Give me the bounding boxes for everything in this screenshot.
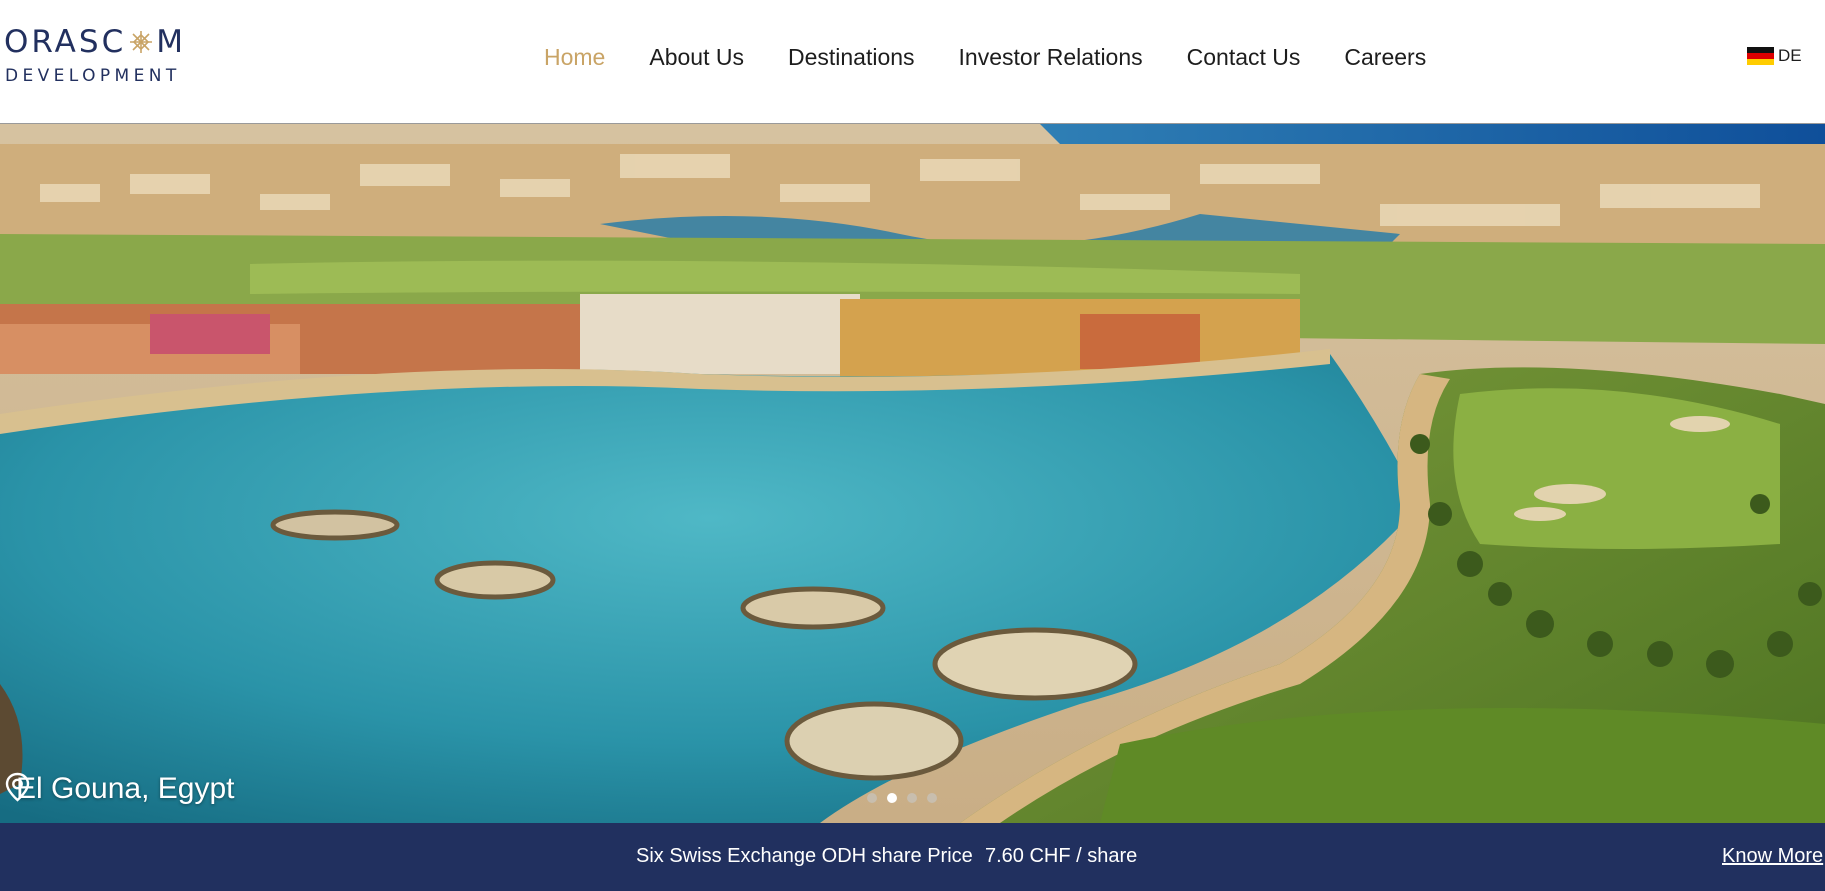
germany-flag-icon (1747, 47, 1774, 65)
slider-dot-1[interactable] (867, 793, 877, 803)
nav-contact-us[interactable]: Contact Us (1187, 44, 1301, 71)
logo-star-icon (130, 31, 153, 53)
slider-dots (867, 793, 947, 803)
orascom-logo[interactable]: ORASC M DEVELOPMENT (4, 24, 194, 86)
logo-wordmark: ORASC M (4, 24, 186, 60)
nav-destinations[interactable]: Destinations (788, 44, 915, 71)
nav-home[interactable]: Home (544, 44, 605, 71)
slider-dot-4[interactable] (927, 793, 937, 803)
hero-location: El Gouna, Egypt (4, 772, 234, 806)
logo-text-right: M (156, 24, 186, 60)
nav-careers[interactable]: Careers (1344, 44, 1426, 71)
main-nav: Home About Us Destinations Investor Rela… (544, 40, 1470, 74)
slider-dot-2[interactable] (887, 793, 897, 803)
language-switcher[interactable]: DE (1747, 46, 1802, 66)
hero-location-label: El Gouna, Egypt (16, 772, 235, 805)
site-header: ORASC M DEVELOPMENT Home About Us Destin… (0, 0, 1825, 124)
share-price-label: Six Swiss Exchange ODH share Price (636, 845, 973, 867)
hero-image (0, 124, 1825, 823)
know-more-link[interactable]: Know More (1722, 845, 1823, 868)
hero-slider: El Gouna, Egypt (0, 124, 1825, 823)
map-pin-icon (5, 772, 30, 802)
language-label: DE (1778, 46, 1802, 65)
share-price-bar: Six Swiss Exchange ODH share Price 7.60 … (0, 823, 1825, 891)
logo-subtitle: DEVELOPMENT (5, 66, 181, 86)
nav-investor-relations[interactable]: Investor Relations (959, 44, 1143, 71)
slider-dot-3[interactable] (907, 793, 917, 803)
nav-about-us[interactable]: About Us (649, 44, 744, 71)
share-price-value: 7.60 CHF / share (985, 845, 1138, 867)
logo-text-left: ORASC (4, 24, 127, 60)
